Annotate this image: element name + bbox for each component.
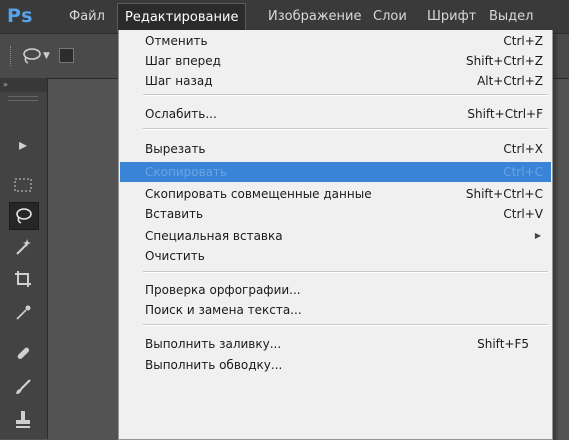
edit-menu-dropdown: Отменить Ctrl+Z Шаг вперед Shift+Ctrl+Z …	[118, 30, 553, 440]
chevron-down-icon[interactable]: ▼	[43, 51, 50, 61]
lasso-tool-icon[interactable]	[9, 202, 39, 230]
magic-wand-tool-icon[interactable]	[9, 234, 37, 260]
healing-brush-tool-icon[interactable]	[9, 340, 37, 366]
menu-type[interactable]: Шрифт	[427, 9, 476, 24]
menu-separator	[143, 128, 548, 130]
menu-item-stroke[interactable]: Выполнить обводку...	[120, 355, 551, 375]
submenu-arrow-icon: ▶	[534, 231, 541, 240]
menu-item-check-spelling[interactable]: Проверка орфографии...	[120, 280, 551, 300]
menu-select[interactable]: Выдел	[489, 9, 533, 24]
selection-mode-new-icon[interactable]	[59, 48, 74, 63]
panel-grip[interactable]	[8, 96, 38, 101]
menu-image[interactable]: Изображение	[268, 9, 361, 24]
options-bar-grip[interactable]	[10, 46, 13, 66]
menu-bar: Ps Файл Редактирование Изображение Слои …	[0, 0, 569, 33]
menu-item-copy-merged[interactable]: Скопировать совмещенные данные Shift+Ctr…	[120, 184, 551, 204]
eyedropper-tool-icon[interactable]	[9, 300, 37, 326]
menu-item-step-forward[interactable]: Шаг вперед Shift+Ctrl+Z	[120, 51, 551, 71]
tools-panel: » ▸	[0, 78, 48, 439]
brush-tool-icon[interactable]	[9, 374, 37, 400]
menu-item-copy[interactable]: Скопировать Ctrl+C	[120, 162, 551, 182]
photoshop-logo: Ps	[7, 5, 33, 27]
menu-layers[interactable]: Слои	[373, 9, 407, 24]
menu-item-step-backward[interactable]: Шаг назад Alt+Ctrl+Z	[120, 71, 551, 91]
menu-item-fill[interactable]: Выполнить заливку... Shift+F5	[120, 334, 551, 354]
menu-item-paste-special[interactable]: Специальная вставка ▶	[120, 226, 551, 246]
move-tool-icon[interactable]: ▸	[9, 132, 37, 158]
panel-collapse-button[interactable]: »	[0, 78, 47, 92]
menu-item-find-replace[interactable]: Поиск и замена текста...	[120, 300, 551, 320]
crop-tool-icon[interactable]	[9, 266, 37, 292]
menu-separator	[143, 271, 548, 273]
menu-item-undo[interactable]: Отменить Ctrl+Z	[120, 31, 551, 51]
menu-file[interactable]: Файл	[69, 9, 105, 24]
menu-item-clear[interactable]: Очистить	[120, 246, 551, 266]
menu-edit[interactable]: Редактирование	[117, 3, 247, 31]
menu-separator	[143, 324, 548, 326]
clone-stamp-tool-icon[interactable]	[9, 406, 37, 432]
menu-item-cut[interactable]: Вырезать Ctrl+X	[120, 139, 551, 159]
menu-item-fade[interactable]: Ослабить... Shift+Ctrl+F	[120, 104, 551, 124]
menu-separator	[143, 94, 548, 96]
marquee-tool-icon[interactable]	[9, 172, 37, 198]
menu-item-paste[interactable]: Вставить Ctrl+V	[120, 204, 551, 224]
